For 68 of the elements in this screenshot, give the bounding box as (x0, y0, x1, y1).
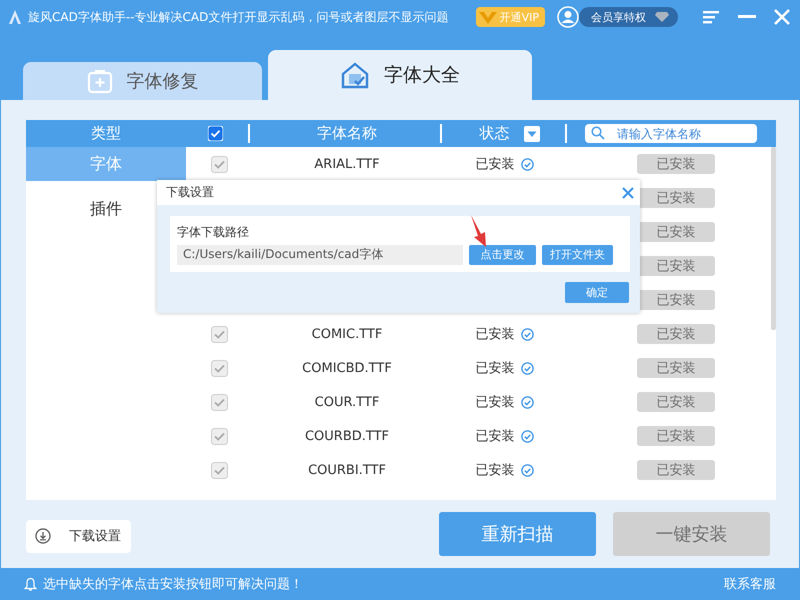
tab[interactable]: 字体大全 (268, 50, 532, 100)
status-text: 已安装 (476, 428, 514, 445)
check-circle-icon (520, 158, 534, 170)
check-circle-icon (520, 430, 534, 442)
status-message: 选中缺失的字体点击安装按钮即可解决问题！ (43, 576, 303, 593)
row-checkbox[interactable] (210, 360, 228, 376)
check-circle-icon (520, 328, 534, 340)
installed-button[interactable]: 已安装 (637, 324, 715, 344)
font-name: COUR.TTF (314, 394, 380, 410)
installed-button[interactable]: 已安装 (637, 358, 715, 378)
select-all-checkbox[interactable] (208, 126, 222, 141)
row-checkbox[interactable] (210, 326, 228, 342)
column-header: 字体名称 (317, 124, 377, 143)
column-header: 类型 (91, 124, 121, 143)
medical-kit-icon (86, 68, 112, 94)
avatar-icon[interactable] (557, 6, 579, 28)
scrollbar[interactable] (771, 147, 776, 330)
open-folder-button[interactable]: 打开文件夹 (542, 244, 613, 264)
font-name: COURBD.TTF (304, 428, 390, 444)
installed-button[interactable]: 已安装 (637, 222, 715, 242)
status-text: 已安装 (476, 360, 514, 377)
installed-button[interactable]: 已安装 (637, 392, 715, 412)
app-logo-icon (8, 9, 22, 25)
column-header: 状态 (480, 124, 510, 143)
rescan-button[interactable]: 重新扫描 (439, 512, 596, 556)
font-name: COMICBD.TTF (302, 360, 392, 376)
status-text: 已安装 (476, 462, 514, 479)
check-circle-icon (520, 464, 534, 476)
house-icon (340, 61, 370, 89)
installed-button[interactable]: 已安装 (637, 256, 715, 276)
close-icon[interactable] (622, 186, 634, 198)
status-text: 已安装 (476, 326, 514, 343)
installed-button[interactable]: 已安装 (637, 290, 715, 310)
dialog-title: 下载设置 (166, 184, 214, 201)
font-name: COMIC.TTF (312, 326, 382, 342)
search-icon (591, 126, 605, 140)
row-checkbox[interactable] (210, 394, 228, 410)
dropdown-icon[interactable] (524, 126, 540, 142)
menu-icon[interactable] (702, 9, 720, 25)
member-button[interactable]: 会员享特权 (579, 7, 678, 27)
check-circle-icon (520, 362, 534, 374)
row-checkbox[interactable] (210, 428, 228, 444)
support-link[interactable]: 联系客服 (724, 575, 776, 593)
path-field[interactable]: C:/Users/kaili/Documents/cad字体 (177, 244, 463, 264)
font-name: COURBI.TTF (308, 462, 386, 478)
check-circle-icon (520, 396, 534, 408)
font-name: ARIAL.TTF (314, 156, 380, 172)
category-item[interactable]: 字体 (26, 147, 186, 181)
status-text: 已安装 (476, 394, 514, 411)
installed-button[interactable]: 已安装 (637, 426, 715, 446)
download-settings-button[interactable]: 下载设置 (26, 520, 131, 552)
minimize-icon[interactable] (738, 15, 756, 19)
tab[interactable]: 字体修复 (23, 62, 262, 100)
change-path-button[interactable]: 点击更改 (469, 244, 536, 264)
confirm-button[interactable]: 确定 (565, 282, 629, 303)
row-checkbox[interactable] (210, 156, 228, 172)
bell-icon (24, 576, 37, 592)
status-text: 已安装 (476, 156, 514, 173)
download-icon (35, 528, 51, 544)
field-label: 字体下载路径 (177, 224, 250, 240)
installed-button[interactable]: 已安装 (637, 188, 715, 208)
search-field[interactable]: 请输入字体名称 (585, 124, 757, 143)
window-title: 旋风CAD字体助手--专业解决CAD文件打开显示乱码，问号或者图层不显示问题 (28, 8, 450, 26)
diamond-icon (654, 11, 670, 23)
v-icon (478, 9, 498, 25)
installed-button[interactable]: 已安装 (637, 460, 715, 480)
row-checkbox[interactable] (210, 462, 228, 478)
installed-button[interactable]: 已安装 (637, 154, 715, 174)
